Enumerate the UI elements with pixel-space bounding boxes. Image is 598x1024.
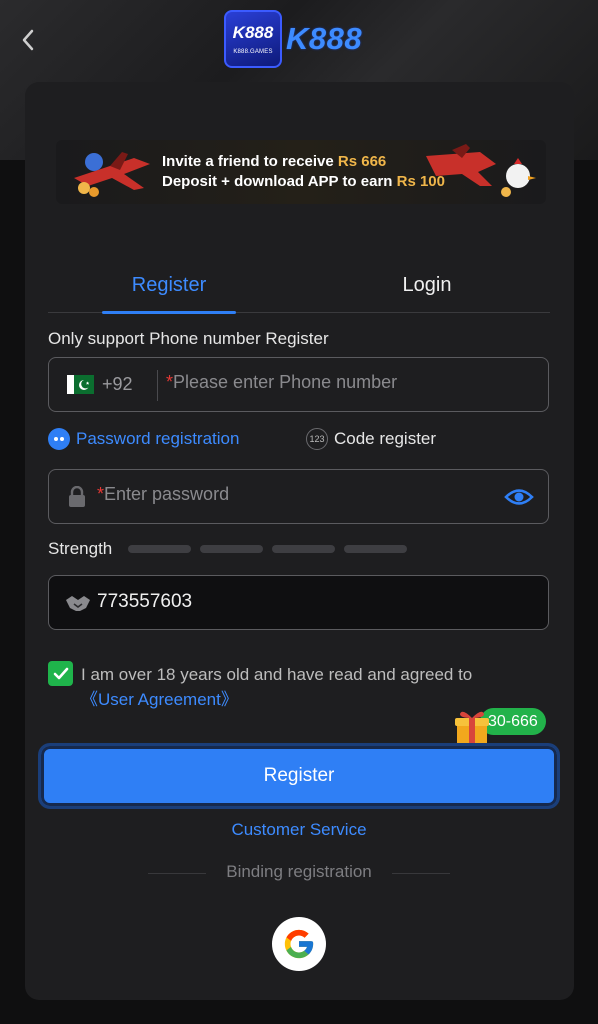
eye-icon[interactable]: [504, 486, 534, 508]
country-code[interactable]: +92: [102, 374, 133, 395]
strength-label: Strength: [48, 539, 113, 558]
strength-bar: [344, 545, 407, 553]
password-input[interactable]: *Enter password: [97, 484, 229, 505]
active-tab-indicator: [102, 311, 236, 314]
required-mark: *: [166, 372, 174, 392]
phone-placeholder: Please enter Phone number: [173, 372, 398, 392]
agreement-checkbox[interactable]: [48, 661, 73, 686]
strength-bar: [128, 545, 191, 553]
required-mark: *: [97, 484, 105, 504]
customer-service-link[interactable]: Customer Service: [0, 820, 598, 840]
strength-bar: [272, 545, 335, 553]
password-field: *Enter password: [48, 469, 549, 524]
logo-badge-subtext: K888.GAMES: [233, 49, 273, 55]
tab-login[interactable]: Login: [362, 258, 492, 312]
airplane-chicken-illustration-icon: [426, 144, 536, 197]
password-registration-option[interactable]: Password registration: [48, 428, 239, 450]
code-option-label: Code register: [334, 429, 437, 448]
gift-icon: [455, 711, 489, 745]
back-button[interactable]: [14, 26, 42, 54]
google-login-button[interactable]: [272, 917, 326, 971]
referral-code-field[interactable]: 773557603: [48, 575, 549, 630]
code-register-option[interactable]: 123 Code register: [306, 428, 436, 450]
field-divider: [157, 370, 158, 401]
phone-input[interactable]: *Please enter Phone number: [166, 372, 397, 393]
strength-bar: [200, 545, 263, 553]
password-placeholder: Enter password: [104, 484, 230, 504]
code-option-icon: 123: [306, 428, 328, 450]
promo-banner[interactable]: Invite a friend to receive Rs 666 Deposi…: [56, 140, 546, 204]
lock-icon: [69, 486, 85, 507]
banner-line2: Deposit + download APP to earn: [162, 173, 393, 190]
banner-amount1: Rs 666: [337, 153, 387, 170]
strength-meter: [128, 545, 407, 553]
divider-line: [392, 873, 450, 874]
banner-text: Invite a friend to receive Rs 666 Deposi…: [162, 152, 445, 192]
referral-code-value[interactable]: 773557603: [97, 591, 192, 613]
pakistan-flag-icon[interactable]: [67, 375, 94, 394]
google-icon: [284, 929, 314, 959]
back-arrow-icon: [22, 29, 34, 51]
airplane-illustration-icon: [74, 152, 150, 197]
register-button[interactable]: Register: [38, 743, 560, 809]
binding-registration-label: Binding registration: [226, 862, 372, 881]
auth-tabs: Register Login: [48, 258, 550, 314]
logo-badge: K888 K888.GAMES: [224, 10, 282, 68]
banner-line1: Invite a friend to receive: [162, 153, 334, 170]
password-option-label: Password registration: [76, 429, 240, 448]
checkmark-icon: [53, 667, 68, 679]
logo-badge-text: K888: [232, 23, 274, 42]
register-method-options: Password registration 123 Code register: [48, 428, 550, 454]
tab-register[interactable]: Register: [102, 258, 236, 312]
register-hint: Only support Phone number Register: [48, 329, 329, 348]
agreement-text: I am over 18 years old and have read and…: [81, 662, 541, 712]
password-option-icon: [48, 428, 70, 450]
user-agreement-link[interactable]: 《User Agreement》: [81, 690, 238, 709]
handshake-icon: [66, 596, 90, 611]
phone-field: +92 *Please enter Phone number: [48, 357, 549, 412]
agreement-label: I am over 18 years old and have read and…: [81, 665, 473, 684]
binding-registration: Binding registration: [148, 862, 450, 884]
logo-text: K888: [286, 21, 363, 56]
logo: K888 K888.GAMES K888: [224, 10, 362, 68]
